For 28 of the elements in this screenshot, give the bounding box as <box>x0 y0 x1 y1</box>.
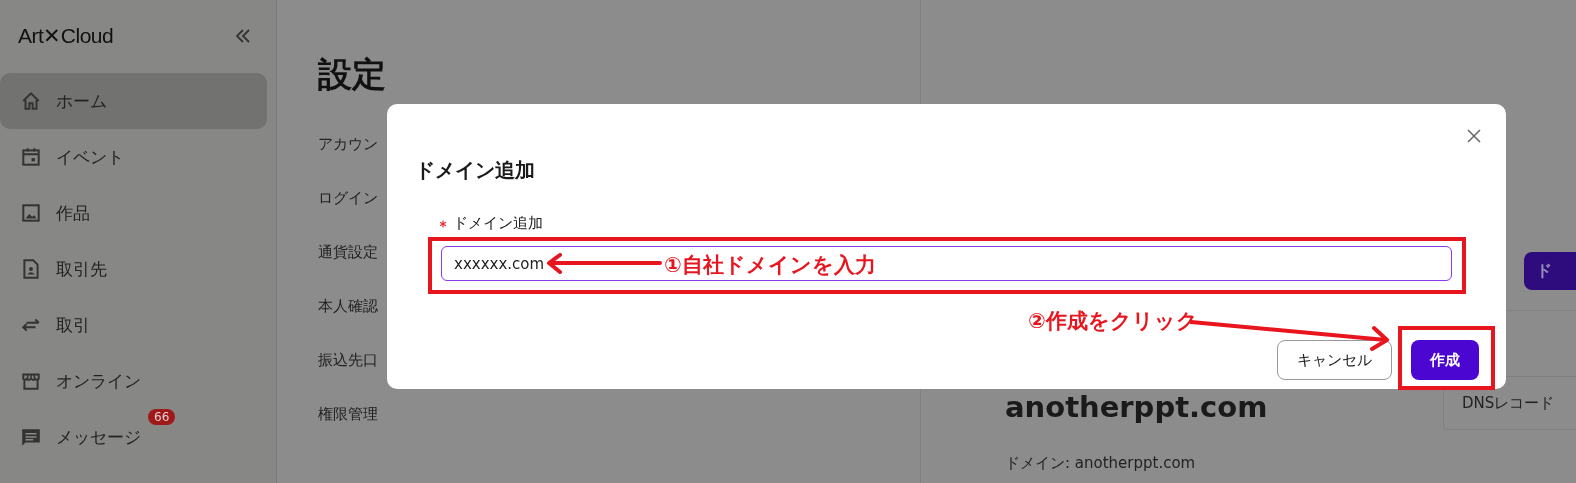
domain-heading: anotherppt.com <box>1005 390 1268 424</box>
calendar-icon <box>20 146 42 168</box>
message-icon <box>20 426 42 448</box>
annotation-text: ②作成をクリック <box>1028 308 1198 335</box>
nav-item[interactable]: 取引先 <box>0 241 267 297</box>
create-button[interactable]: 作成 <box>1411 340 1479 380</box>
store-icon <box>20 370 42 392</box>
collapse-icon[interactable] <box>234 27 252 45</box>
cancel-button[interactable]: キャンセル <box>1277 340 1392 380</box>
nav-item[interactable]: メッセージ 66 <box>0 409 267 465</box>
nav-item[interactable]: イベント <box>0 129 267 185</box>
page-title: 設定 <box>318 53 387 96</box>
add-domain-button[interactable]: ド <box>1524 252 1576 290</box>
nav-item[interactable]: 作品 <box>0 185 267 241</box>
close-icon[interactable] <box>1466 128 1482 144</box>
annotation-text: ①自社ドメインを入力 <box>664 252 876 279</box>
dialog-title: ドメイン追加 <box>415 157 535 184</box>
app-logo: Art✕Cloud <box>18 24 114 48</box>
image-icon <box>20 202 42 224</box>
home-icon <box>20 90 42 112</box>
unread-count-badge: 66 <box>148 409 176 425</box>
domain-text: ドメイン: anotherppt.com <box>1005 454 1196 473</box>
contact-card-icon <box>20 258 42 280</box>
nav-item[interactable]: 取引 <box>0 297 267 353</box>
field-label: ドメイン追加 <box>453 214 543 233</box>
nav-item[interactable]: オンライン <box>0 353 267 409</box>
settings-menu-item[interactable]: 権限管理 <box>318 403 920 425</box>
nav-item[interactable]: ホーム <box>0 73 267 129</box>
